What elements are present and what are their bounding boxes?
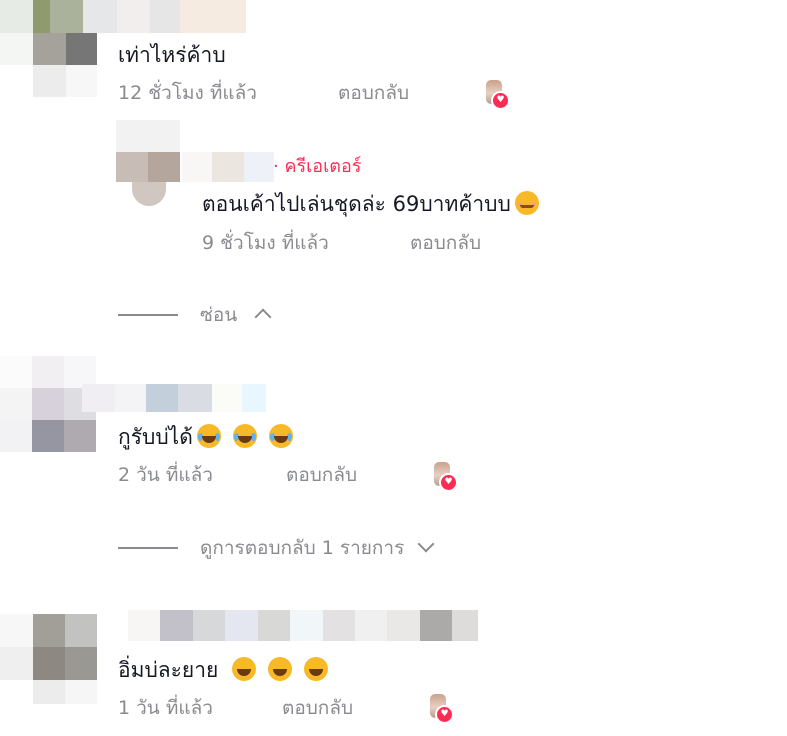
chevron-up-icon — [254, 308, 272, 326]
chevron-down-icon — [417, 535, 435, 553]
comment-2-text: กูรับบ่ได้ — [118, 425, 193, 449]
divider-line — [118, 314, 178, 316]
comment-1-text: เท่าไหร่ค้าบ — [118, 43, 226, 67]
reply-comment-content: ตอนเค้าไปเล่นชุดล่ะ 69บาทค้าบบ — [202, 190, 539, 218]
creator-liked-icon: ♥ — [486, 80, 510, 110]
view-replies-button[interactable]: ดูการตอบกลับ 1 รายการ — [200, 535, 435, 561]
comment-3-text: อิ่มบ่ละยาย — [118, 658, 219, 682]
view-replies-label: ดูการตอบกลับ 1 รายการ — [200, 537, 405, 559]
comment-3-reply-button[interactable]: ตอบกลับ — [282, 695, 353, 721]
comment-2-content: กูรับบ่ได้ — [118, 423, 293, 451]
comment-3-content: อิ่มบ่ละยาย — [118, 656, 329, 684]
creator-badge: · ครีเอเตอร์ — [273, 156, 362, 177]
joy-emoji-icon — [232, 424, 257, 448]
comment-2-time: 2 วัน ที่แล้ว — [118, 464, 213, 486]
comment-3-time: 1 วัน ที่แล้ว — [118, 697, 213, 719]
divider-line — [118, 547, 178, 549]
reply-time: 9 ชั่วโมง ที่แล้ว — [202, 232, 329, 254]
rofl-emoji-icon — [268, 657, 293, 681]
joy-emoji-icon — [268, 424, 293, 448]
comment-1-reply-button[interactable]: ตอบกลับ — [338, 80, 409, 106]
smiling-emoji-icon — [514, 191, 539, 215]
rofl-emoji-icon — [232, 657, 257, 681]
comment-2-reply-button[interactable]: ตอบกลับ — [286, 462, 357, 488]
rofl-emoji-icon — [304, 657, 329, 681]
reply-text: ตอนเค้าไปเล่นชุดล่ะ 69บาทค้าบบ — [202, 192, 511, 216]
joy-emoji-icon — [196, 424, 221, 448]
reply-reply-button[interactable]: ตอบกลับ — [410, 230, 481, 256]
hide-replies-button[interactable]: ซ่อน — [200, 302, 272, 328]
comment-1-time: 12 ชั่วโมง ที่แล้ว — [118, 82, 257, 104]
creator-liked-icon: ♥ — [430, 694, 454, 724]
creator-liked-icon: ♥ — [434, 462, 458, 492]
hide-replies-label: ซ่อน — [200, 304, 238, 326]
